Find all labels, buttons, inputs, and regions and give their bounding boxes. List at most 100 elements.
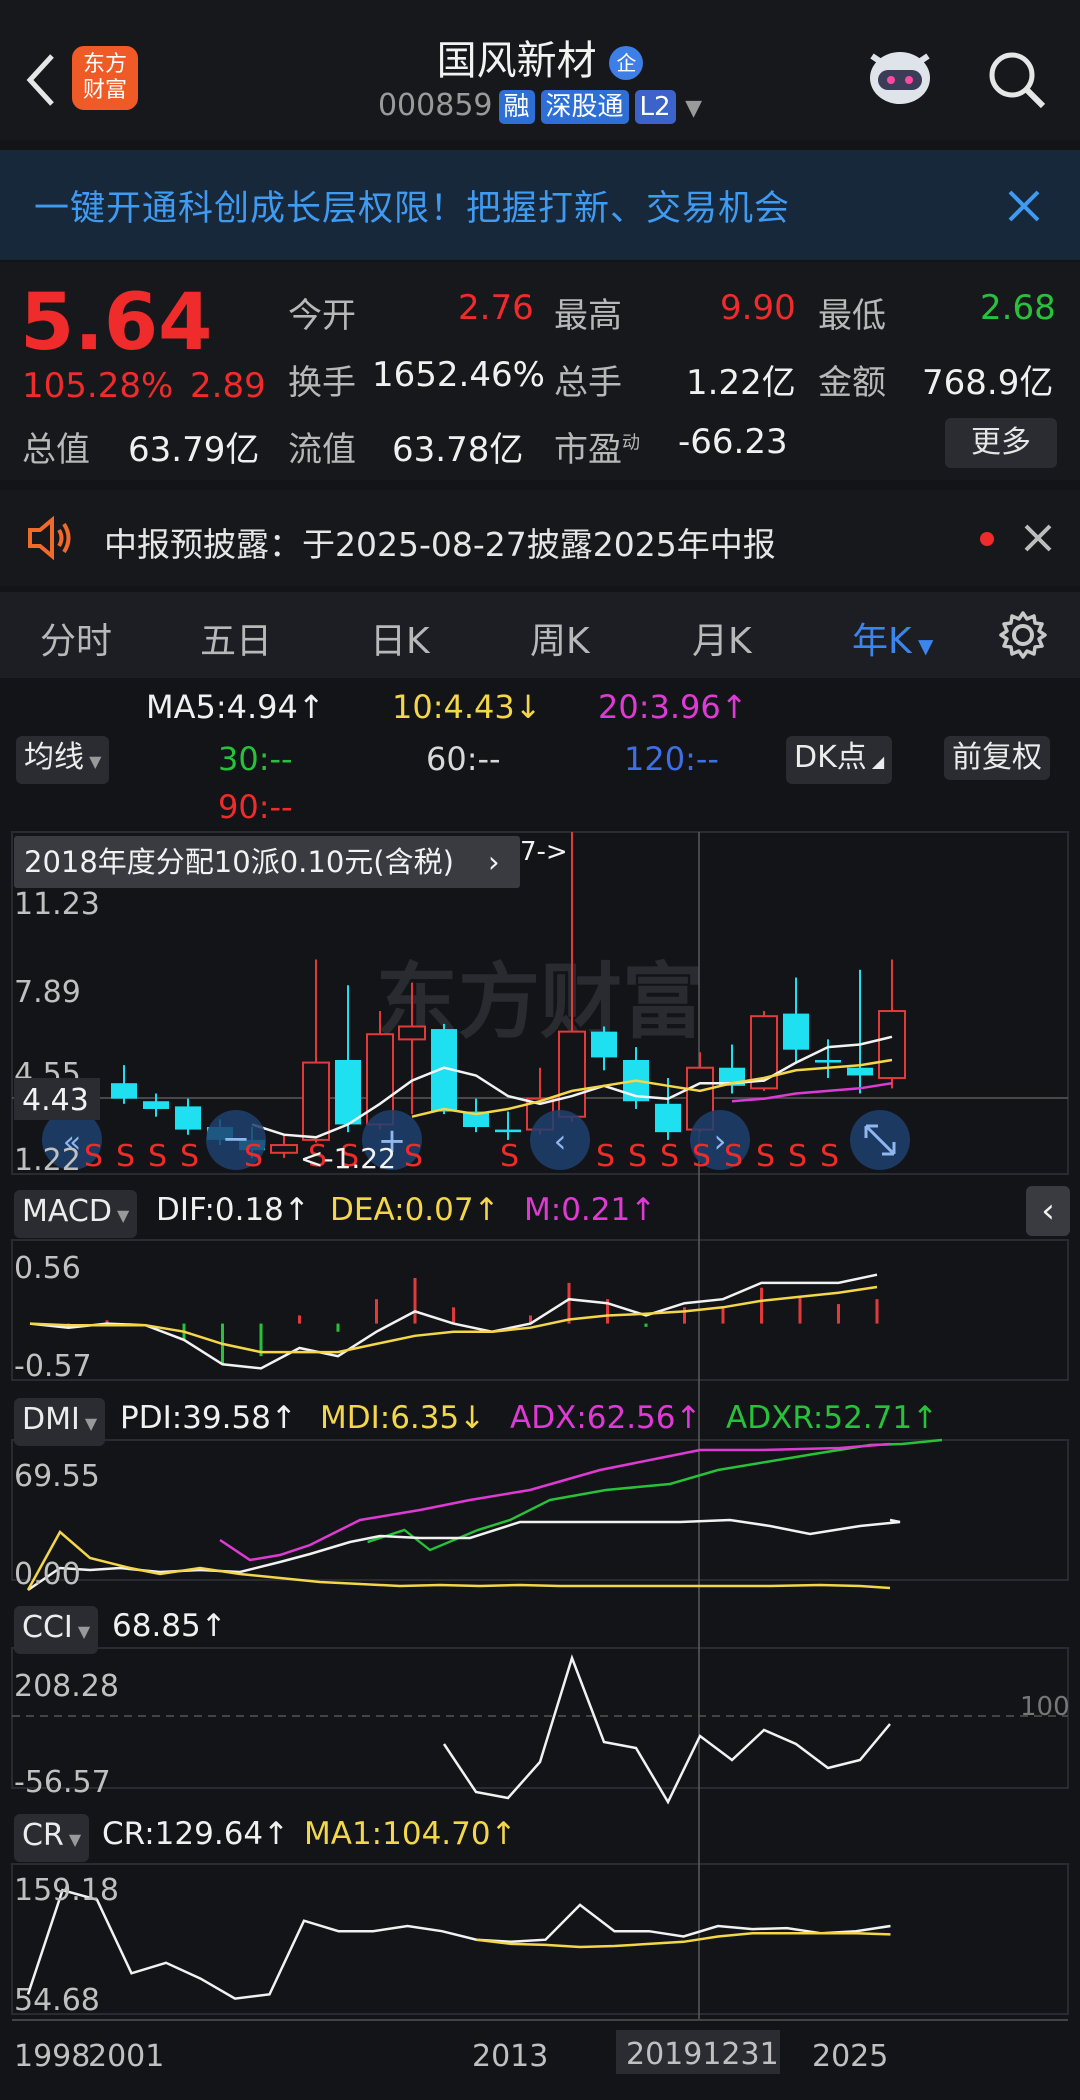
macd-y-bottom: -0.57 — [14, 1349, 92, 1384]
macd-frame — [11, 1239, 1069, 1381]
dmi-y-bottom: 0.00 — [14, 1557, 81, 1592]
float-label: 流值 — [288, 430, 356, 470]
speaker-icon — [28, 516, 71, 560]
ma10-value: 10:4.43↓ — [392, 688, 542, 726]
notice-text: 中报预披露：于2025-08-27披露2025年中报 — [104, 525, 776, 564]
amount-label: 金额 — [818, 363, 886, 403]
candle-body — [398, 1025, 426, 1041]
x-label-2025: 2025 — [812, 2039, 888, 2074]
notice-bar[interactable]: 中报预披露：于2025-08-27披露2025年中报 — [0, 490, 1080, 586]
adx-line — [219, 1442, 891, 1562]
kline-y-label-4: 1.22 — [14, 1143, 81, 1178]
dropdown-icon[interactable]: ▼ — [685, 96, 702, 121]
pe-value: -66.23 — [678, 422, 788, 462]
macd-histogram — [67, 1278, 879, 1365]
more-button[interactable]: 更多 — [945, 418, 1057, 468]
pe-label: 市盈动 — [554, 430, 640, 470]
volume-value: 1.22亿 — [686, 363, 796, 403]
header: 东方 财富 国风新材 企 000859 融深股通 L2 ▼ — [0, 0, 1080, 140]
sell-signal: S — [180, 1139, 199, 1174]
sell-signal: S — [116, 1139, 135, 1174]
x-label-1998: 1998 — [14, 2039, 90, 2074]
dividend-event-text: 2018年度分配10派0.10元(含税) — [24, 845, 454, 879]
chevron-right-icon: › — [488, 845, 500, 879]
candle-body — [495, 1129, 521, 1133]
candle-body — [270, 1144, 298, 1154]
dk-point-button[interactable]: DK点 ◢ — [786, 736, 893, 784]
sell-signal: S — [404, 1139, 423, 1174]
cr-ma1-value: MA1:104.70↑ — [304, 1816, 517, 1852]
mdi-line — [26, 1530, 891, 1591]
candle-body — [655, 1103, 681, 1133]
dmi-mdi: MDI:6.35↓ — [320, 1400, 486, 1436]
event-tail: 7-> — [520, 837, 568, 867]
ma-selector[interactable]: 均线 ▼ — [16, 736, 110, 784]
cci-y-bottom: -56.57 — [14, 1765, 111, 1800]
tab-monthly-k[interactable]: 月K — [692, 612, 752, 664]
candle-body — [783, 1013, 809, 1050]
cr-selector[interactable]: CR ▼ — [14, 1814, 90, 1862]
low-value: 2.68 — [980, 288, 1056, 328]
tab-yearly-k[interactable]: 年K ▼ — [852, 612, 933, 664]
change-pct: 105.28% — [22, 366, 174, 406]
sell-signal: S — [148, 1139, 167, 1174]
chart-canvas[interactable]: 东方财富 « − + ‹ › SSSSSSSSSSSSSSSSS <-1.22 … — [0, 830, 1080, 2100]
float-value: 63.78亿 — [392, 430, 524, 470]
notice-close-icon[interactable] — [1022, 522, 1054, 554]
candle-body — [111, 1083, 137, 1099]
amount-value: 768.9亿 — [922, 363, 1054, 403]
tab-five-day[interactable]: 五日 — [200, 612, 272, 664]
macd-selector[interactable]: MACD ▼ — [14, 1190, 138, 1238]
dmi-pdi: PDI:39.58↑ — [120, 1400, 297, 1436]
sell-signal: S — [660, 1139, 679, 1174]
collapse-panel-icon[interactable]: ‹ — [1026, 1186, 1070, 1236]
sell-signal: S — [596, 1139, 615, 1174]
open-value: 2.76 — [458, 288, 534, 328]
tab-weekly-k[interactable]: 周K — [530, 612, 590, 664]
settings-gear-icon[interactable] — [998, 610, 1048, 660]
macd-dif: DIF:0.18↑ — [156, 1192, 310, 1228]
cci-y-top: 208.28 — [14, 1669, 119, 1704]
high-value: 9.90 — [720, 288, 796, 328]
tab-intraday[interactable]: 分时 — [40, 612, 112, 664]
candle-body — [143, 1101, 169, 1109]
cci-line — [442, 1654, 891, 1805]
cci-value: 68.85↑ — [112, 1608, 227, 1644]
kline-y-label-2: 7.89 — [14, 975, 81, 1010]
close-icon[interactable] — [1006, 188, 1042, 224]
sell-signal: S — [820, 1139, 839, 1174]
promo-banner[interactable]: 一键开通科创成长层权限！把握打新、交易机会 — [0, 150, 1080, 260]
mktcap-value: 63.79亿 — [128, 430, 260, 470]
cr-line — [26, 1888, 891, 2000]
sell-signals: SSSSSSSSSSSSSSSSS — [84, 1139, 839, 1174]
robot-assistant-icon[interactable] — [862, 38, 938, 114]
candle-body — [302, 1061, 330, 1141]
dmi-selector[interactable]: DMI ▼ — [14, 1398, 106, 1446]
ma10-line — [411, 1058, 893, 1118]
mktcap-label: 总值 — [22, 430, 90, 470]
macd-y-top: 0.56 — [14, 1251, 81, 1286]
ma20-value: 20:3.96↑ — [598, 688, 748, 726]
dmi-adxr: ADXR:52.71↑ — [726, 1400, 939, 1436]
sell-signal: S — [788, 1139, 807, 1174]
last-price: 5.64 — [20, 278, 213, 368]
cci-selector[interactable]: CCI ▼ — [14, 1606, 99, 1654]
macd-m: M:0.21↑ — [524, 1192, 657, 1228]
sell-signal: S — [724, 1139, 743, 1174]
candle-body — [878, 1010, 906, 1080]
sell-signal: S — [500, 1139, 519, 1174]
sell-signal: S — [84, 1139, 103, 1174]
x-label-2001: 2001 — [88, 2039, 164, 2074]
search-icon[interactable] — [985, 48, 1047, 110]
candle-body — [591, 1031, 617, 1058]
candle-body — [175, 1106, 201, 1130]
cr-y-top: 159.18 — [14, 1873, 119, 1908]
cursor-date: 20191231 — [626, 2037, 779, 2072]
tab-daily-k[interactable]: 日K — [370, 612, 430, 664]
enterprise-badge-icon: 企 — [609, 46, 644, 80]
candle-body — [558, 1030, 586, 1118]
cr-value: CR:129.64↑ — [102, 1816, 290, 1852]
adjust-button[interactable]: 前复权 — [944, 736, 1050, 780]
high-label: 最高 — [554, 296, 622, 336]
x-label-2013: 2013 — [472, 2039, 548, 2074]
